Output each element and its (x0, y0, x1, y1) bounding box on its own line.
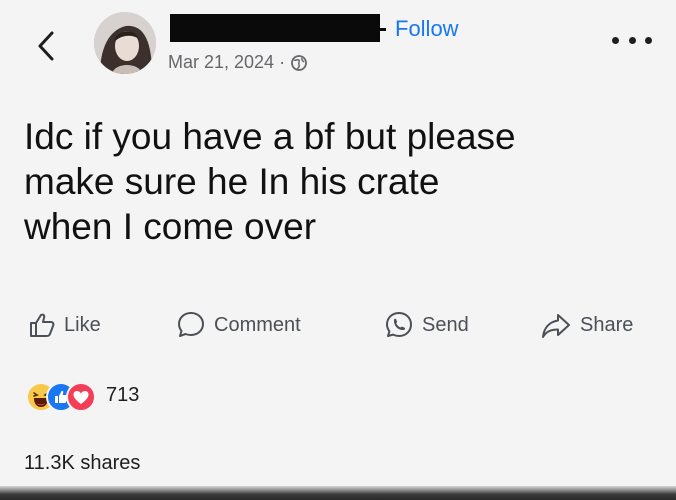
avatar-image (94, 12, 156, 74)
avatar[interactable] (94, 12, 156, 74)
share-label: Share (580, 313, 634, 336)
meta-separator: · (279, 52, 286, 72)
share-icon (542, 314, 570, 338)
more-options-button[interactable] (612, 30, 652, 50)
comment-icon (178, 312, 204, 337)
love-reaction-icon (66, 382, 96, 412)
reaction-icons (26, 380, 104, 412)
back-button[interactable] (30, 26, 62, 66)
share-count[interactable]: 11.3K shares (24, 452, 140, 475)
follow-button[interactable]: Follow (395, 16, 459, 42)
post-text: Idc if you have a bf but please make sur… (24, 116, 516, 247)
post-date[interactable]: Mar 21, 2024 (168, 52, 274, 73)
globe-icon (291, 54, 307, 71)
send-label: Send (422, 313, 469, 336)
like-icon (30, 313, 55, 337)
reaction-count: 713 (106, 383, 140, 406)
comment-label: Comment (214, 313, 301, 336)
like-label: Like (64, 313, 101, 336)
post-frame (0, 0, 676, 500)
like-button[interactable]: Like (28, 306, 101, 344)
bottom-edge (0, 486, 676, 500)
reactions-summary[interactable]: 713 (26, 380, 140, 412)
action-bar: Like Comment Send Share (28, 306, 654, 344)
back-icon (38, 31, 54, 61)
send-button[interactable]: Send (384, 306, 469, 344)
post-meta: Mar 21, 2024 · (168, 52, 308, 73)
share-button[interactable]: Share (540, 306, 633, 344)
send-icon (386, 312, 412, 337)
comment-button[interactable]: Comment (176, 306, 301, 344)
redacted-username (170, 14, 386, 42)
more-icon (612, 36, 619, 44)
